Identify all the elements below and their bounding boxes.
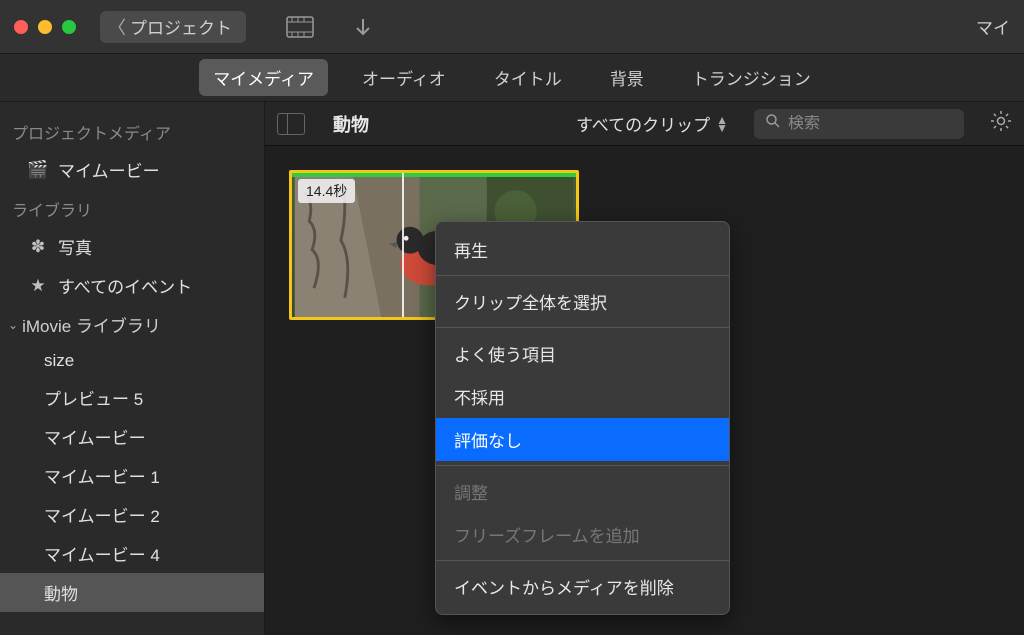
titlebar: 〈 プロジェクト ♪ マイ	[0, 0, 1024, 54]
sidebar-group-label: iMovie ライブラリ	[22, 312, 161, 337]
menu-separator	[436, 465, 729, 466]
tab-my-media[interactable]: マイメディア	[199, 59, 328, 96]
sidebar-item-mymovie1[interactable]: マイムービー 1	[0, 456, 264, 495]
sidebar-heading-library: ライブラリ	[0, 189, 264, 227]
search-field[interactable]	[754, 109, 964, 139]
search-input[interactable]	[788, 115, 995, 133]
menu-item-delete-from-event[interactable]: イベントからメディアを削除	[436, 565, 729, 608]
sort-arrows-icon: ▲▼	[716, 116, 728, 132]
sidebar-item-mymovie4[interactable]: マイムービー 4	[0, 534, 264, 573]
sidebar-item-preview5[interactable]: プレビュー 5	[0, 378, 264, 417]
media-import-icon[interactable]: ♪	[286, 16, 314, 38]
tab-transitions[interactable]: トランジション	[678, 59, 825, 96]
menu-separator	[436, 327, 729, 328]
sidebar-item-all-events[interactable]: ★ すべてのイベント	[0, 266, 264, 305]
sidebar-item-photos[interactable]: ✽ 写真	[0, 227, 264, 266]
menu-item-reject[interactable]: 不採用	[436, 375, 729, 418]
download-arrow-icon[interactable]	[354, 16, 372, 38]
clips-area: 14.4秒 再生 クリップ全体を選択 よく使う項目 不採用 評価なし 調整 フリ…	[265, 146, 1024, 635]
media-tabs-bar: マイメディア オーディオ タイトル 背景 トランジション	[0, 54, 1024, 102]
fullscreen-window-button[interactable]	[62, 20, 76, 34]
sidebar-item-label: プレビュー 5	[44, 385, 143, 410]
sidebar-item-mymovie2[interactable]: マイムービー 2	[0, 495, 264, 534]
filter-label: すべてのクリップ	[576, 111, 710, 136]
clip-context-menu: 再生 クリップ全体を選択 よく使う項目 不採用 評価なし 調整 フリーズフレーム…	[435, 221, 730, 615]
menu-separator	[436, 560, 729, 561]
titlebar-right-text: マイ	[976, 14, 1010, 39]
back-to-projects-button[interactable]: 〈 プロジェクト	[100, 11, 246, 43]
menu-item-select-entire-clip[interactable]: クリップ全体を選択	[436, 280, 729, 323]
menu-item-adjust: 調整	[436, 470, 729, 513]
library-toolbar: 動物 すべてのクリップ ▲▼	[265, 102, 1024, 146]
sidebar-item-label: マイムービー	[44, 424, 146, 449]
library-panel: 動物 すべてのクリップ ▲▼	[265, 102, 1024, 635]
titlebar-tool-icons: ♪	[286, 16, 372, 38]
sidebar-item-label: 動物	[44, 580, 78, 605]
sidebar-item-mymovie[interactable]: マイムービー	[0, 417, 264, 456]
minimize-window-button[interactable]	[38, 20, 52, 34]
flower-icon: ✽	[28, 237, 48, 257]
menu-separator	[436, 275, 729, 276]
window-controls	[14, 20, 76, 34]
search-icon	[766, 114, 780, 133]
chevron-left-icon: 〈	[108, 14, 126, 40]
sidebar-item-label: マイムービー	[58, 157, 160, 182]
sidebar-heading-project-media: プロジェクトメディア	[0, 112, 264, 150]
sidebar-item-my-movie[interactable]: 🎬 マイムービー	[0, 150, 264, 189]
clip-duration-badge: 14.4秒	[298, 179, 355, 203]
sidebar: プロジェクトメディア 🎬 マイムービー ライブラリ ✽ 写真 ★ すべてのイベン…	[0, 102, 265, 635]
menu-item-unrate[interactable]: 評価なし	[436, 418, 729, 461]
tab-audio[interactable]: オーディオ	[348, 59, 460, 96]
chevron-down-icon: ⌄	[8, 318, 18, 332]
tab-titles[interactable]: タイトル	[480, 59, 576, 96]
sidebar-item-label: マイムービー 1	[44, 463, 160, 488]
menu-item-add-freeze-frame: フリーズフレームを追加	[436, 513, 729, 556]
sidebar-toggle-icon[interactable]	[277, 113, 305, 135]
gear-icon[interactable]	[990, 110, 1012, 137]
sidebar-item-animals[interactable]: 動物	[0, 573, 264, 612]
main-content: プロジェクトメディア 🎬 マイムービー ライブラリ ✽ 写真 ★ すべてのイベン…	[0, 102, 1024, 635]
library-title: 動物	[333, 111, 369, 137]
clapperboard-icon: 🎬	[28, 160, 48, 180]
sidebar-item-label: マイムービー 4	[44, 541, 160, 566]
sidebar-item-label: すべてのイベント	[58, 273, 192, 298]
clips-filter-dropdown[interactable]: すべてのクリップ ▲▼	[576, 111, 728, 136]
sidebar-item-label: size	[44, 351, 74, 371]
clip-playhead[interactable]	[402, 173, 404, 317]
menu-item-favorites[interactable]: よく使う項目	[436, 332, 729, 375]
back-button-label: プロジェクト	[130, 14, 232, 39]
sidebar-item-label: 写真	[58, 234, 92, 259]
close-window-button[interactable]	[14, 20, 28, 34]
star-icon: ★	[28, 276, 48, 296]
sidebar-group-imovie-library[interactable]: ⌄ iMovie ライブラリ	[0, 305, 264, 344]
menu-item-play[interactable]: 再生	[436, 228, 729, 271]
tab-backgrounds[interactable]: 背景	[596, 59, 658, 96]
sidebar-item-size[interactable]: size	[0, 344, 264, 378]
sidebar-item-label: マイムービー 2	[44, 502, 160, 527]
